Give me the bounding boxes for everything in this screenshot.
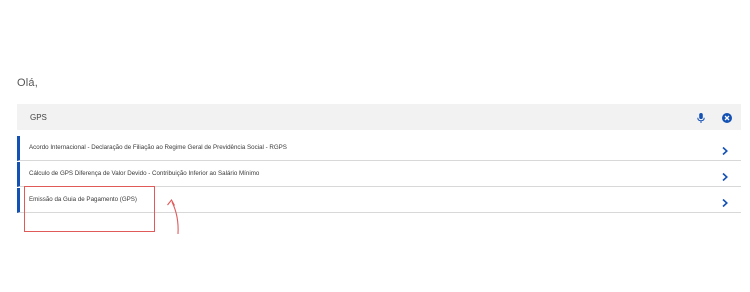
result-item-calculo-gps[interactable]: Cálculo de GPS Diferença de Valor Devido… — [17, 162, 741, 187]
result-label: Emissão da Guia de Pagamento (GPS) — [29, 196, 137, 203]
microphone-icon[interactable] — [695, 111, 707, 123]
search-input[interactable] — [17, 104, 677, 130]
search-bar — [17, 104, 741, 130]
result-item-acordo-internacional[interactable]: Acordo Internacional - Declaração de Fil… — [17, 136, 741, 161]
chevron-right-icon — [721, 169, 729, 182]
results-list: Acordo Internacional - Declaração de Fil… — [17, 136, 741, 213]
close-circle-icon[interactable] — [721, 111, 733, 123]
result-label: Cálculo de GPS Diferença de Valor Devido… — [29, 170, 260, 177]
result-label: Acordo Internacional - Declaração de Fil… — [29, 144, 287, 151]
chevron-right-icon — [721, 195, 729, 208]
result-item-emissao-guia[interactable]: Emissão da Guia de Pagamento (GPS) — [17, 188, 741, 213]
page: Olá, Acordo Internacional - Declaração d… — [0, 0, 750, 292]
greeting-text: Olá, — [17, 77, 38, 89]
chevron-right-icon — [721, 143, 729, 156]
